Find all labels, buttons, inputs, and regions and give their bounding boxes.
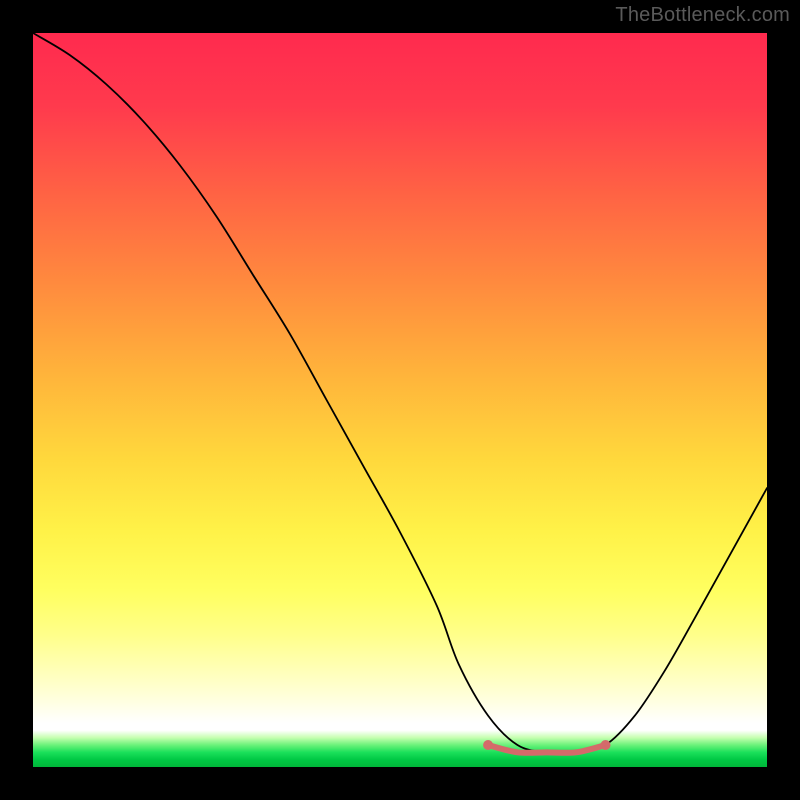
chart-svg: [33, 33, 767, 767]
optimal-range-endpoint: [601, 740, 611, 750]
optimal-range-endpoint: [483, 740, 493, 750]
chart-frame: TheBottleneck.com: [0, 0, 800, 800]
plot-area: [33, 33, 767, 767]
watermark-text: TheBottleneck.com: [615, 4, 790, 27]
bottleneck-curve: [33, 33, 767, 753]
optimal-range-line: [488, 745, 605, 753]
